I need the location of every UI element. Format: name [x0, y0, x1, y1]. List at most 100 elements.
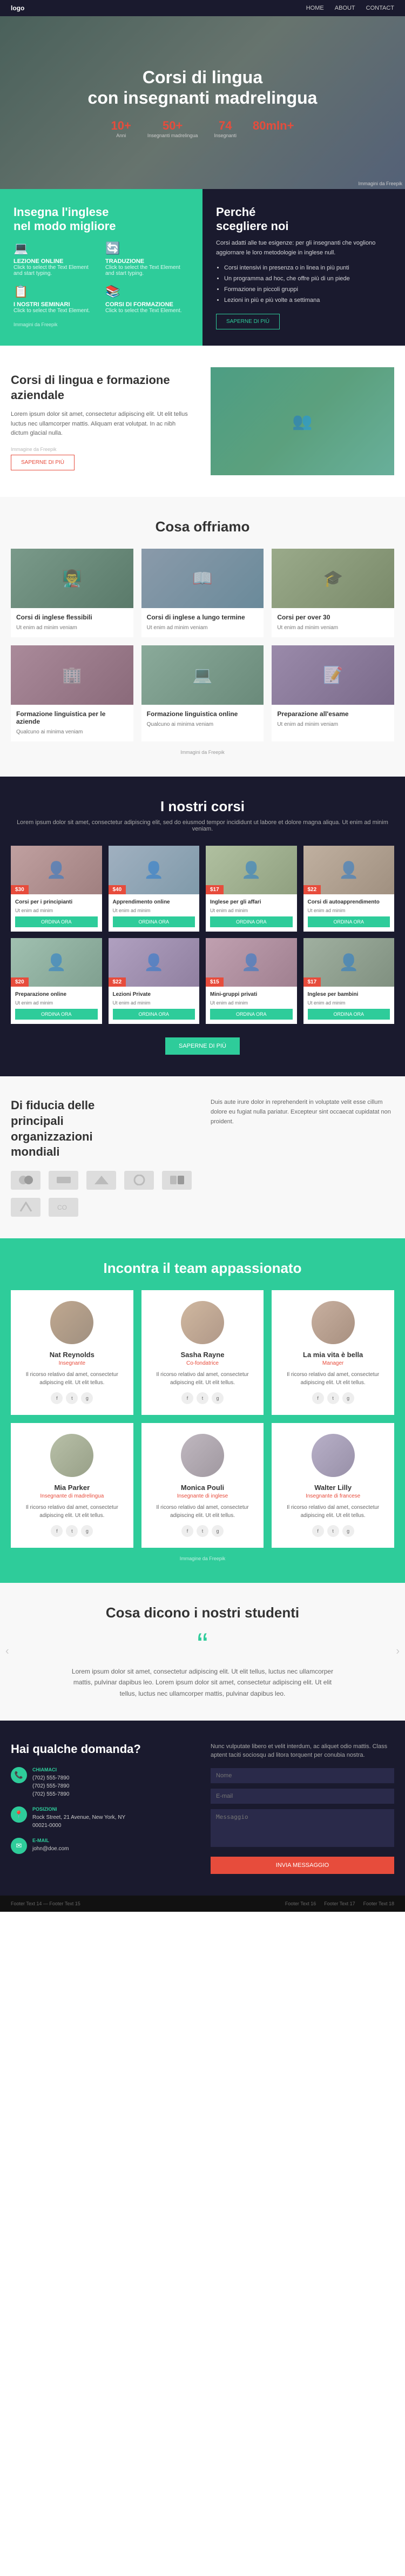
corso-card-2: 👤 $17 Inglese per gli affari Ut enim ad …: [206, 846, 297, 932]
footer-link-1[interactable]: Footer Text 17: [324, 1901, 355, 1906]
team-social-gp-2[interactable]: g: [342, 1392, 354, 1404]
corso-btn-6[interactable]: ORDINA ORA: [210, 1009, 293, 1020]
offriamo-desc-0: Ut enim ad minim veniam: [16, 624, 128, 632]
team-name-5: Walter Lilly: [280, 1483, 386, 1492]
faq-title: Hai qualche domanda?: [11, 1742, 194, 1756]
testimonial-prev-arrow[interactable]: ‹: [5, 1646, 9, 1658]
stat-80m-num: 80mln+: [253, 119, 294, 133]
team-social-tw-0[interactable]: t: [66, 1392, 78, 1404]
insegna-item-0: 💻 LEZIONE ONLINE Click to select the Tex…: [14, 241, 97, 277]
corso-btn-3[interactable]: ORDINA ORA: [308, 916, 390, 927]
offriamo-img-3: 🏢: [11, 645, 133, 705]
team-img-credit: Immagine da Freepik: [11, 1556, 394, 1561]
insegna-perche-section: Insegna l'inglesenel modo migliore 💻 LEZ…: [0, 189, 405, 346]
nav-home[interactable]: HOME: [306, 5, 324, 11]
team-role-4: Insegnante di inglese: [150, 1493, 256, 1499]
top-nav: logo HOME ABOUT CONTACT: [0, 0, 405, 16]
team-social-gp-5[interactable]: g: [342, 1525, 354, 1537]
perche-saperne-button[interactable]: SAPERNE DI PIÙ: [216, 314, 280, 329]
team-desc-2: Il ricorso relativo dal amet, consectetu…: [280, 1371, 386, 1387]
corso-btn-1[interactable]: ORDINA ORA: [113, 916, 195, 927]
team-social-tw-2[interactable]: t: [327, 1392, 339, 1404]
offriamo-img-2: 🎓: [272, 549, 394, 608]
logo-4: [162, 1171, 192, 1190]
corso-title-0: Corsi per i principianti: [15, 899, 98, 906]
seminari-icon: 📋: [14, 285, 97, 299]
logos-row: CO: [11, 1171, 194, 1217]
offriamo-grid: 👨‍🏫 Corsi di inglese flessibili Ut enim …: [11, 549, 394, 741]
corso-body-7: Inglese per bambini Ut enim ad minim ORD…: [303, 987, 395, 1024]
corso-body-4: Preparazione online Ut enim ad minim ORD…: [11, 987, 102, 1024]
team-social-fb-3[interactable]: f: [51, 1525, 63, 1537]
team-social-gp-3[interactable]: g: [81, 1525, 93, 1537]
corso-btn-5[interactable]: ORDINA ORA: [113, 1009, 195, 1020]
team-social-tw-4[interactable]: t: [197, 1525, 208, 1537]
stat-insegnanti: 50+ Insegnanti madrelingua: [147, 119, 198, 138]
offriamo-img-4: 💻: [141, 645, 264, 705]
team-social-fb-1[interactable]: f: [181, 1392, 193, 1404]
offriamo-text-2: Corsi per over 30 Ut enim ad minim venia…: [272, 608, 394, 637]
footer-link-0[interactable]: Footer Text 16: [285, 1901, 316, 1906]
corso-price-0: $30: [11, 885, 29, 894]
perche-list-item-0: Corsi intensivi in presenza o in linea i…: [224, 263, 392, 274]
team-social-fb-5[interactable]: f: [312, 1525, 324, 1537]
nav-about[interactable]: ABOUT: [335, 5, 355, 11]
team-social-tw-1[interactable]: t: [197, 1392, 208, 1404]
offriamo-desc-4: Qualcuno ai minima veniam: [147, 720, 259, 729]
form-email-input[interactable]: [211, 1789, 394, 1804]
form-message-input[interactable]: [211, 1809, 394, 1847]
team-social-tw-5[interactable]: t: [327, 1525, 339, 1537]
team-desc-0: Il ricorso relativo dal amet, consectetu…: [19, 1371, 125, 1387]
insegna-item-1: 🔄 TRADUZIONE Click to select the Text El…: [105, 241, 189, 277]
team-social-gp-0[interactable]: g: [81, 1392, 93, 1404]
corsi-az-image: 👥: [211, 367, 394, 475]
faq-right: Nunc vulputate libero et velit interdum,…: [211, 1742, 394, 1874]
svg-text:CO: CO: [57, 1204, 67, 1211]
team-social-gp-4[interactable]: g: [212, 1525, 224, 1537]
corsi-az-desc: Lorem ipsum dolor sit amet, consectetur …: [11, 410, 194, 439]
team-social-gp-1[interactable]: g: [212, 1392, 224, 1404]
offriamo-title-5: Preparazione all'esame: [277, 710, 389, 718]
offriamo-item-3: 🏢 Formazione linguistica per le aziende …: [11, 645, 133, 741]
corso-btn-4[interactable]: ORDINA ORA: [15, 1009, 98, 1020]
corso-btn-2[interactable]: ORDINA ORA: [210, 916, 293, 927]
corso-btn-0[interactable]: ORDINA ORA: [15, 916, 98, 927]
team-social-fb-4[interactable]: f: [181, 1525, 193, 1537]
perche-list-item-1: Un programma ad hoc, che offre più di un…: [224, 274, 392, 285]
corso-desc-4: Ut enim ad minim: [15, 1000, 98, 1006]
nostri-corsi-subtitle: Lorem ipsum dolor sit amet, consectetur …: [11, 819, 394, 832]
form-name-input[interactable]: [211, 1768, 394, 1783]
corsi-az-saperne-button[interactable]: SAPERNE DI PIÙ: [11, 455, 75, 470]
nav-contact[interactable]: CONTACT: [366, 5, 394, 11]
corso-body-6: Mini-gruppi privati Ut enim ad minim ORD…: [206, 987, 297, 1024]
team-social-tw-3[interactable]: t: [66, 1525, 78, 1537]
team-role-3: Insegnante di madrelingua: [19, 1493, 125, 1499]
form-submit-button[interactable]: INVIA MESSAGGIO: [211, 1857, 394, 1874]
team-name-1: Sasha Rayne: [150, 1351, 256, 1359]
corso-img-0: 👤 $30: [11, 846, 102, 894]
faq-left: Hai qualche domanda? 📞 CHIAMACI (702) 55…: [11, 1742, 194, 1874]
di-fiducia-desc: Duis aute irure dolor in reprehenderit i…: [211, 1098, 394, 1127]
logo-0: [11, 1171, 40, 1190]
team-title: Incontra il team appassionato: [11, 1260, 394, 1277]
testimonial-next-arrow[interactable]: ›: [396, 1646, 400, 1658]
hero-stats: 10+ Anni 50+ Insegnanti madrelingua 74 I…: [88, 119, 318, 138]
corsi-az-text: Corsi di lingua e formazione aziendale L…: [11, 373, 194, 470]
team-card-5: Walter Lilly Insegnante di francese Il r…: [272, 1423, 394, 1548]
corsi-saperne-center: SAPERNE DI PIÙ: [11, 1037, 394, 1055]
team-social-fb-0[interactable]: f: [51, 1392, 63, 1404]
footer-link-2[interactable]: Footer Text 18: [363, 1901, 394, 1906]
insegna-item-3: 📚 CORSI DI FORMAZIONE Click to select th…: [105, 285, 189, 314]
testimonials-title: Cosa dicono i nostri studenti: [11, 1604, 394, 1621]
team-socials-5: f t g: [280, 1525, 386, 1537]
phone-icon-wrap: 📞: [11, 1767, 27, 1783]
team-socials-3: f t g: [19, 1525, 125, 1537]
corso-btn-7[interactable]: ORDINA ORA: [308, 1009, 390, 1020]
insegna-item-1-desc: Click to select the Text Element and sta…: [105, 265, 189, 277]
team-social-fb-2[interactable]: f: [312, 1392, 324, 1404]
corsi-saperne-button[interactable]: SAPERNE DI PIÙ: [165, 1037, 240, 1055]
corsi-grid: 👤 $30 Corsi per i principianti Ut enim a…: [11, 846, 394, 1024]
team-card-0: Nat Reynolds Insegnante Il ricorso relat…: [11, 1290, 133, 1415]
offriamo-item-4: 💻 Formazione linguistica online Qualcuno…: [141, 645, 264, 741]
team-socials-0: f t g: [19, 1392, 125, 1404]
